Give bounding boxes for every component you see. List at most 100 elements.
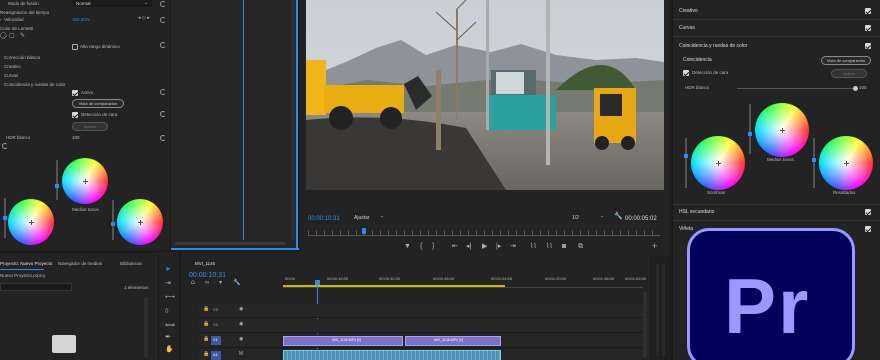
- chevron-right-icon[interactable]: ›: [0, 17, 2, 23]
- color-wheels-checkbox[interactable]: [865, 43, 871, 49]
- curves-label[interactable]: Curvas: [4, 73, 18, 79]
- midtones-color-wheel[interactable]: [62, 158, 108, 204]
- mark-in-icon[interactable]: {: [420, 243, 422, 250]
- slip-tool-icon[interactable]: ⟺: [165, 322, 175, 329]
- track-select-tool-icon[interactable]: ⇥: [165, 280, 171, 287]
- reset-icon[interactable]: [160, 135, 166, 141]
- face-detect-checkbox[interactable]: [72, 112, 78, 118]
- vignette-checkbox[interactable]: [865, 226, 871, 232]
- track-label[interactable]: V2: [213, 323, 218, 327]
- highlights-slider[interactable]: [812, 138, 816, 188]
- add-marker-icon[interactable]: ▾: [219, 280, 222, 286]
- speed-value[interactable]: 100,00%: [72, 17, 90, 23]
- scrubber-bar[interactable]: [308, 228, 660, 236]
- keyframe-nav-icon[interactable]: ◂ ◇ ▸: [138, 16, 150, 21]
- lock-icon[interactable]: 🔒: [203, 337, 209, 342]
- midtones-color-wheel[interactable]: [755, 103, 809, 157]
- playhead-marker[interactable]: [362, 228, 366, 234]
- go-to-in-icon[interactable]: ⇤: [452, 243, 458, 250]
- blend-mode-dropdown[interactable]: Normal ⌄: [72, 0, 152, 7]
- shadows-slider[interactable]: [684, 138, 688, 188]
- vignette-section[interactable]: Viñeta: [679, 227, 693, 232]
- razor-tool-icon[interactable]: ◊: [165, 308, 168, 315]
- hdr-checkbox[interactable]: [72, 44, 78, 50]
- shadows-slider[interactable]: [3, 198, 7, 238]
- lock-icon[interactable]: 🔒: [203, 352, 209, 357]
- comparison-view-icon[interactable]: ⧉: [578, 243, 583, 250]
- creative-checkbox[interactable]: [865, 8, 871, 14]
- midtones-slider[interactable]: [748, 104, 752, 154]
- midtones-slider[interactable]: [55, 160, 59, 200]
- step-back-icon[interactable]: ◂|: [466, 243, 471, 250]
- apply-button[interactable]: Aplicar: [72, 122, 108, 131]
- eye-icon[interactable]: ◉: [239, 337, 243, 342]
- creative-label[interactable]: Creativo: [4, 64, 21, 70]
- lock-icon[interactable]: 🔒: [203, 307, 209, 312]
- lift-icon[interactable]: ⌇⌇: [530, 243, 537, 250]
- ellipse-mask-icon[interactable]: ◯: [0, 33, 7, 39]
- basic-correction-label[interactable]: Corrección básica: [4, 55, 40, 61]
- mute-icon[interactable]: M: [239, 352, 243, 357]
- extract-icon[interactable]: ⌇⌇: [546, 243, 553, 250]
- sequence-tab[interactable]: MVI_1146: [195, 261, 215, 267]
- add-button-icon[interactable]: +: [652, 242, 657, 251]
- video-clip[interactable]: MVI_1146.MP4 [V]: [405, 336, 501, 346]
- wrench-icon[interactable]: 🔧: [614, 213, 623, 220]
- highlights-color-wheel[interactable]: [819, 136, 873, 190]
- curves-checkbox[interactable]: [865, 25, 871, 31]
- timeline-timecode[interactable]: 00:00:10:31: [189, 272, 226, 279]
- fit-dropdown[interactable]: Ajustar ⌄: [354, 214, 388, 222]
- apply-button[interactable]: Aplicar: [831, 69, 867, 78]
- hand-tool-icon[interactable]: ✋: [165, 346, 174, 353]
- playhead-timecode[interactable]: 00:00:10:31: [308, 216, 340, 222]
- horizontal-scrollbar[interactable]: [175, 242, 285, 245]
- reset-icon[interactable]: [160, 111, 166, 117]
- mark-out-icon[interactable]: }: [432, 243, 434, 250]
- scrollbar[interactable]: [291, 0, 295, 240]
- search-input[interactable]: [0, 283, 72, 291]
- add-marker-icon[interactable]: ▼: [404, 243, 411, 250]
- ripple-edit-tool-icon[interactable]: ⟷: [165, 294, 175, 301]
- timeline-ruler[interactable]: 00:00 00:00:16:00 00:00:32:00 00:00:48:0…: [283, 274, 646, 288]
- hdr-white-value[interactable]: 100: [72, 135, 80, 141]
- hsl-secondary-checkbox[interactable]: [865, 209, 871, 215]
- eye-icon[interactable]: ◉: [239, 307, 243, 312]
- track-label[interactable]: A1: [213, 353, 218, 357]
- tab-libraries[interactable]: Bibliotecas: [120, 261, 142, 267]
- face-detect-checkbox[interactable]: [683, 70, 689, 76]
- highlights-slider[interactable]: [111, 200, 115, 240]
- video-clip[interactable]: MVI_1136.MP4 [V]: [283, 336, 403, 346]
- reset-icon[interactable]: [160, 42, 166, 48]
- go-to-out-icon[interactable]: ⇥: [510, 243, 516, 250]
- active-checkbox[interactable]: [72, 90, 78, 96]
- reset-icon[interactable]: [160, 17, 166, 23]
- reset-icon[interactable]: [160, 89, 166, 95]
- creative-section[interactable]: Creativo: [679, 9, 698, 14]
- playhead-handle[interactable]: [315, 280, 320, 285]
- color-wheels-match-label[interactable]: Coincidencia y ruedas de color: [4, 82, 66, 88]
- hsl-secondary-section[interactable]: HSL secundario: [679, 210, 714, 215]
- tab-project[interactable]: Proyecto: Nuevo Proyecto: [0, 261, 52, 267]
- folder-icon[interactable]: [52, 335, 76, 353]
- track-label[interactable]: V3: [213, 308, 218, 312]
- compare-view-button[interactable]: Vista de comparación: [821, 56, 871, 65]
- pen-mask-icon[interactable]: ✎: [20, 33, 25, 39]
- pen-tool-icon[interactable]: ✒: [165, 334, 171, 341]
- video-frame[interactable]: [306, 0, 664, 190]
- curves-section[interactable]: Curvas: [679, 26, 695, 31]
- hdr-white-value[interactable]: 100: [859, 85, 867, 91]
- reset-icon[interactable]: [160, 1, 166, 7]
- step-forward-icon[interactable]: |▸: [496, 243, 501, 250]
- track-label[interactable]: V1: [213, 338, 218, 342]
- rectangle-mask-icon[interactable]: ▢: [9, 33, 15, 39]
- snap-icon[interactable]: ⩍: [191, 280, 195, 286]
- eye-icon[interactable]: ◉: [239, 322, 243, 327]
- color-wheels-match-section[interactable]: Coincidencia y ruedas de color: [679, 44, 747, 49]
- quality-dropdown[interactable]: 1/2 ⌄: [572, 214, 606, 222]
- highlights-color-wheel[interactable]: [117, 199, 163, 245]
- vertical-scrollbar[interactable]: [643, 292, 647, 358]
- audio-clip[interactable]: [283, 350, 501, 360]
- shadows-color-wheel[interactable]: [8, 199, 54, 245]
- compare-view-button[interactable]: Vista de comparación: [72, 99, 124, 108]
- slider-knob[interactable]: [853, 86, 858, 91]
